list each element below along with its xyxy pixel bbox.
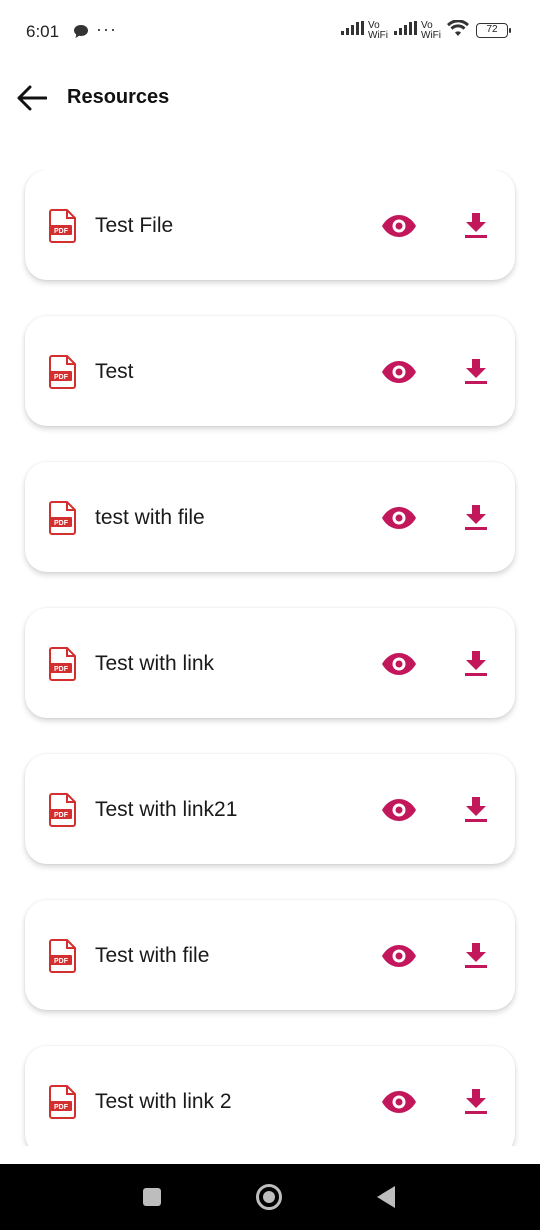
svg-text:PDF: PDF	[54, 666, 69, 673]
download-button[interactable]	[461, 1086, 491, 1118]
resource-list[interactable]: PDF Test File PDF Test PDF test with fil…	[0, 170, 540, 1146]
home-circle-icon[interactable]	[256, 1184, 282, 1210]
pdf-file-icon: PDF	[49, 647, 77, 681]
resource-card[interactable]: PDF Test with link	[25, 608, 515, 718]
download-button[interactable]	[461, 648, 491, 680]
svg-text:PDF: PDF	[54, 374, 69, 381]
eye-icon	[382, 945, 416, 967]
eye-icon	[382, 361, 416, 383]
download-icon	[465, 1089, 487, 1114]
resource-title: Test	[95, 360, 134, 383]
download-button[interactable]	[461, 356, 491, 388]
download-button[interactable]	[461, 794, 491, 826]
vowifi-label-2: Vo WiFi	[421, 19, 441, 41]
svg-text:PDF: PDF	[54, 958, 69, 965]
vowifi-label-1: Vo WiFi	[368, 19, 388, 41]
back-triangle-icon[interactable]	[377, 1186, 395, 1208]
chat-bubble-icon	[74, 25, 88, 43]
signal-icon	[341, 21, 365, 40]
recents-square-icon[interactable]	[143, 1188, 161, 1206]
wifi-icon	[447, 19, 469, 41]
eye-icon	[382, 215, 416, 237]
resource-title: Test with link 2	[95, 1090, 232, 1113]
download-icon	[465, 213, 487, 238]
signal-icon	[394, 21, 418, 40]
page-title: Resources	[67, 86, 170, 108]
wifi-text: WiFi	[368, 29, 388, 41]
download-icon	[465, 797, 487, 822]
resource-title: Test with file	[95, 944, 210, 967]
eye-icon	[382, 507, 416, 529]
download-icon	[465, 505, 487, 530]
resource-card[interactable]: PDF Test	[25, 316, 515, 426]
resource-title: test with file	[95, 506, 205, 529]
resource-title: Test with link	[95, 652, 215, 675]
pdf-file-icon: PDF	[49, 209, 77, 243]
svg-text:PDF: PDF	[54, 1104, 69, 1111]
resource-card[interactable]: PDF Test with file	[25, 900, 515, 1010]
view-button[interactable]	[380, 210, 418, 242]
back-button[interactable]	[14, 80, 50, 116]
eye-icon	[382, 653, 416, 675]
resource-title: Test with link21	[95, 798, 238, 821]
view-button[interactable]	[380, 940, 418, 972]
view-button[interactable]	[380, 794, 418, 826]
arrow-left-icon	[17, 85, 47, 111]
resource-title: Test File	[95, 214, 174, 237]
view-button[interactable]	[380, 502, 418, 534]
download-icon	[465, 943, 487, 968]
vo-text: Vo	[421, 19, 433, 31]
pdf-file-icon: PDF	[49, 793, 77, 827]
system-nav-bar	[0, 1164, 540, 1230]
status-bar: 6:01 ··· Vo WiFi Vo WiFi 72	[0, 0, 540, 64]
pdf-file-icon: PDF	[49, 501, 77, 535]
download-icon	[465, 359, 487, 384]
resource-card[interactable]: PDF Test File	[25, 170, 515, 280]
svg-text:PDF: PDF	[54, 228, 69, 235]
view-button[interactable]	[380, 356, 418, 388]
download-button[interactable]	[461, 940, 491, 972]
eye-icon	[382, 1091, 416, 1113]
download-button[interactable]	[461, 502, 491, 534]
svg-text:PDF: PDF	[54, 812, 69, 819]
eye-icon	[382, 799, 416, 821]
download-button[interactable]	[461, 210, 491, 242]
status-right-group: Vo WiFi Vo WiFi 72	[341, 19, 511, 41]
pdf-file-icon: PDF	[49, 1085, 77, 1119]
wifi-text: WiFi	[421, 29, 441, 41]
view-button[interactable]	[380, 1086, 418, 1118]
svg-text:PDF: PDF	[54, 520, 69, 527]
pdf-file-icon: PDF	[49, 355, 77, 389]
status-time: 6:01	[26, 22, 60, 41]
view-button[interactable]	[380, 648, 418, 680]
app-header: Resources	[0, 72, 540, 124]
pdf-file-icon: PDF	[49, 939, 77, 973]
resource-card[interactable]: PDF test with file	[25, 462, 515, 572]
status-more-dots: ···	[96, 19, 117, 39]
download-icon	[465, 651, 487, 676]
vo-text: Vo	[368, 19, 380, 31]
resource-card[interactable]: PDF Test with link21	[25, 754, 515, 864]
battery-icon: 72	[476, 23, 511, 38]
resource-card[interactable]: PDF Test with link 2	[25, 1046, 515, 1146]
